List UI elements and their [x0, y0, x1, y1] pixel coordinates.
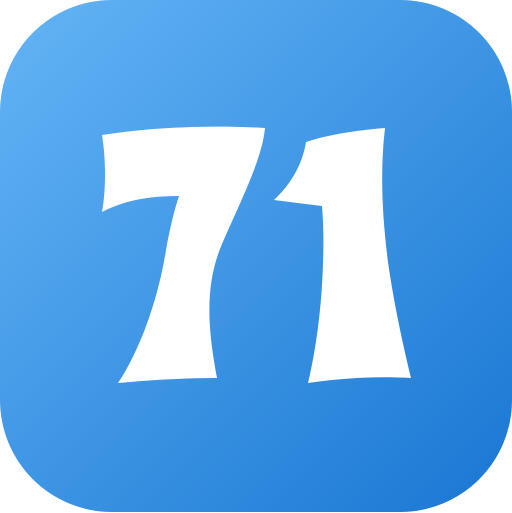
- number-71-app-icon: 71: [0, 0, 512, 512]
- icon-background: [0, 0, 512, 512]
- number-71-icon: [0, 0, 512, 512]
